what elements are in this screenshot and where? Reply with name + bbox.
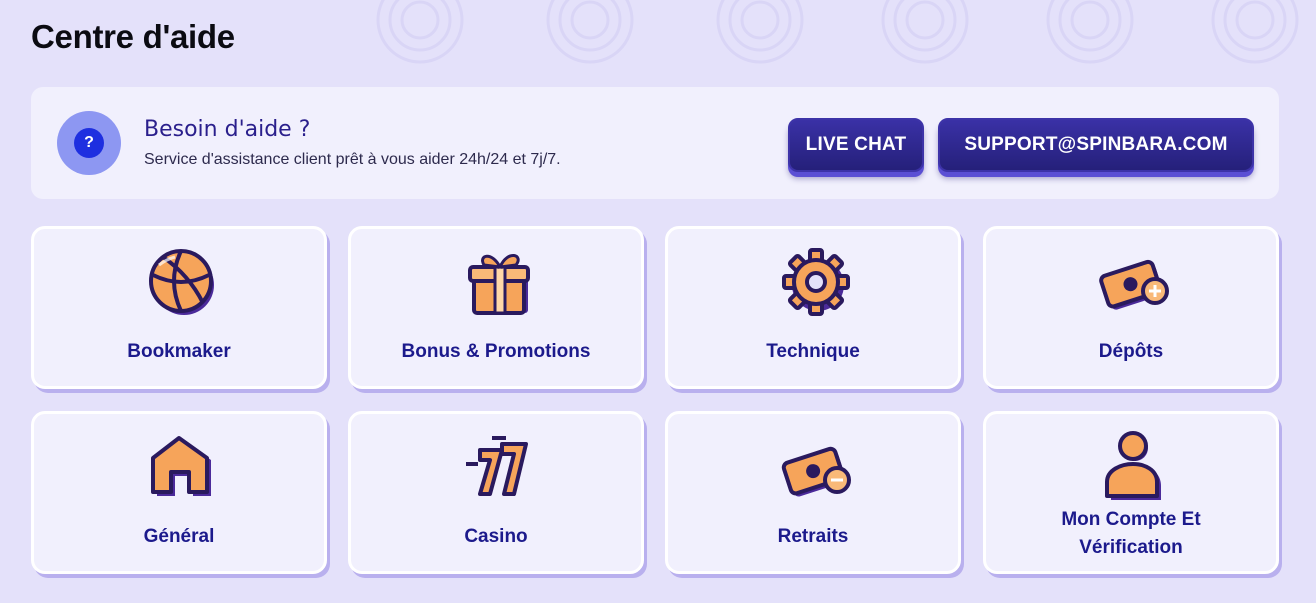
category-card-bookmaker[interactable]: Bookmaker xyxy=(31,226,327,389)
gear-icon xyxy=(782,248,850,316)
page-title: Centre d'aide xyxy=(31,18,235,55)
category-label: Casino xyxy=(464,526,528,547)
money-plus-icon xyxy=(1099,259,1169,310)
support-email-button[interactable]: SUPPORT@SPINBARA.COM xyxy=(938,118,1254,172)
help-banner: ? Besoin d'aide ? Service d'assistance c… xyxy=(31,87,1279,199)
category-card-depots[interactable]: Dépôts xyxy=(983,226,1279,389)
help-subtitle: Service d'assistance client prêt à vous … xyxy=(144,151,561,168)
seven-seven-icon xyxy=(466,436,528,496)
category-card-general[interactable]: Général xyxy=(31,411,327,574)
help-title: Besoin d'aide ? xyxy=(144,117,311,142)
live-chat-button[interactable]: LIVE CHAT xyxy=(788,118,924,172)
money-minus-icon xyxy=(781,446,851,497)
category-label: Dépôts xyxy=(1098,341,1164,362)
home-icon xyxy=(151,436,211,496)
category-label: Technique xyxy=(766,341,860,362)
help-question-icon: ? xyxy=(57,111,121,175)
category-label: Général xyxy=(143,526,215,547)
category-card-technique[interactable]: Technique xyxy=(665,226,961,389)
category-label: Retraits xyxy=(777,526,849,547)
category-label: Bookmaker xyxy=(127,341,231,362)
category-card-retraits[interactable]: Retraits xyxy=(665,411,961,574)
category-card-casino[interactable]: Casino xyxy=(348,411,644,574)
category-label: Bonus & Promotions xyxy=(401,341,591,362)
user-icon xyxy=(1105,431,1161,500)
category-card-bonus-promotions[interactable]: Bonus & Promotions xyxy=(348,226,644,389)
gift-icon xyxy=(468,254,530,315)
category-label: Mon Compte Et Vérification xyxy=(986,506,1276,562)
category-label-line1: Mon Compte Et xyxy=(1061,509,1201,530)
category-label-line2: Vérification xyxy=(1079,537,1183,558)
basketball-icon xyxy=(149,249,214,315)
category-card-mon-compte[interactable]: Mon Compte Et Vérification xyxy=(983,411,1279,574)
